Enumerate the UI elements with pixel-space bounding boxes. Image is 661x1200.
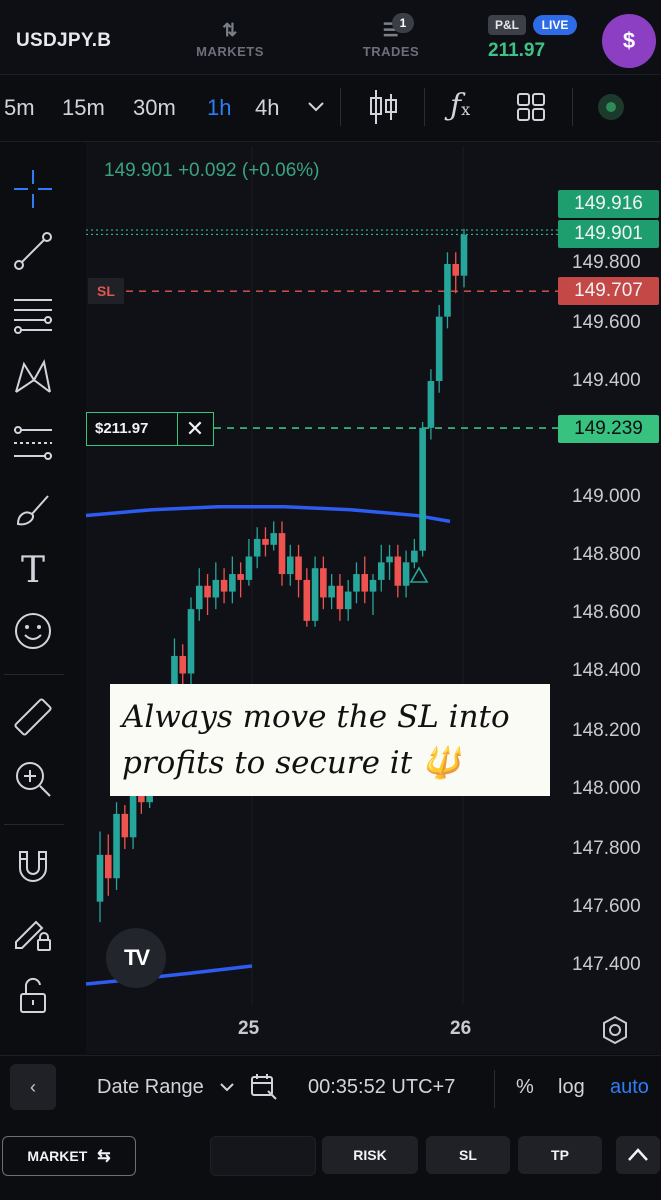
candle-body xyxy=(212,579,220,598)
divider xyxy=(494,1070,495,1108)
sl-price-tag[interactable]: 149.707 xyxy=(558,277,659,305)
moving-average-line xyxy=(85,505,451,524)
risk-button[interactable]: RISK xyxy=(322,1136,418,1174)
settings-icon[interactable] xyxy=(600,1014,630,1046)
candle-body xyxy=(295,556,302,580)
date-label: 25 xyxy=(238,1018,260,1039)
expand-button[interactable] xyxy=(616,1136,660,1174)
signal-triangle-icon xyxy=(409,566,429,583)
candle-body xyxy=(402,562,410,586)
candle-body xyxy=(229,574,236,592)
swap-icon: ⇆ xyxy=(97,1148,111,1165)
candle-body xyxy=(311,568,319,621)
candle-body xyxy=(361,574,369,592)
log-toggle[interactable]: log xyxy=(558,1076,585,1099)
chevron-up-icon xyxy=(628,1148,648,1161)
candle-body xyxy=(220,579,228,592)
price-label: 148.400 xyxy=(572,660,641,681)
percent-toggle[interactable]: % xyxy=(516,1076,534,1099)
candle-body xyxy=(452,264,460,276)
price-chart xyxy=(85,146,558,1005)
candle-body xyxy=(104,854,112,879)
candle-body xyxy=(237,574,244,580)
price-label: 149.800 xyxy=(572,252,641,273)
price-label: 148.200 xyxy=(572,720,641,741)
candle-body xyxy=(369,579,377,592)
candle-body xyxy=(245,556,253,580)
date-label: 26 xyxy=(450,1018,472,1039)
tp-button[interactable]: TP xyxy=(518,1136,602,1174)
candle-body xyxy=(179,655,187,674)
price-label: 148.800 xyxy=(572,544,641,565)
price-label: 149.600 xyxy=(572,312,641,333)
date-range-button[interactable]: Date Range xyxy=(97,1076,204,1099)
candle-body xyxy=(262,538,269,545)
price-label: 147.600 xyxy=(572,896,641,917)
ohlc-readout: 149.901 +0.092 (+0.06%) xyxy=(104,160,320,181)
chevron-down-icon[interactable] xyxy=(218,1080,236,1096)
candle-body xyxy=(195,585,203,610)
candle-body xyxy=(386,556,393,563)
candle-body xyxy=(286,556,294,575)
candle-body xyxy=(328,585,335,598)
annotation-note: Always move the SL into profits to secur… xyxy=(110,684,550,796)
price-label: 148.600 xyxy=(572,602,641,623)
sl-line-label[interactable]: SL xyxy=(88,278,124,304)
price-label: 147.800 xyxy=(572,838,641,859)
entry-price-tag[interactable]: 149.239 xyxy=(558,415,659,443)
high-price-tag: 149.916 xyxy=(558,190,659,218)
candle-body xyxy=(121,813,129,838)
candle-body xyxy=(253,538,261,557)
tradingview-logo: TV xyxy=(106,928,166,988)
quantity-field[interactable] xyxy=(210,1136,316,1176)
candle-body xyxy=(411,550,418,563)
position-pnl: $211.97 xyxy=(95,420,149,437)
collapse-button[interactable]: ‹ xyxy=(10,1064,56,1110)
candle-body xyxy=(336,585,344,610)
candle-body xyxy=(460,234,468,276)
order-type-label: MARKET xyxy=(27,1148,88,1164)
candle-body xyxy=(377,562,385,580)
candle-body xyxy=(96,854,104,902)
candle-body xyxy=(394,556,402,586)
candle-body xyxy=(344,591,352,610)
price-label: 149.400 xyxy=(572,370,641,391)
candle-body xyxy=(444,264,451,317)
calendar-goto-icon[interactable] xyxy=(250,1073,278,1101)
clock-time[interactable]: 00:35:52 UTC+7 xyxy=(308,1076,455,1099)
candle-body xyxy=(204,585,211,598)
auto-toggle[interactable]: auto xyxy=(610,1076,649,1099)
candle-body xyxy=(353,574,360,592)
position-pnl-box[interactable]: $211.97 ✕ xyxy=(86,412,214,446)
candle-body xyxy=(278,533,286,575)
candle-body xyxy=(435,316,443,381)
order-type-button[interactable]: MARKET ⇆ xyxy=(2,1136,136,1176)
candle-body xyxy=(320,568,327,598)
close-position-icon[interactable]: ✕ xyxy=(177,413,212,445)
current-price-tag: 149.901 xyxy=(558,220,659,248)
sl-button[interactable]: SL xyxy=(426,1136,510,1174)
price-label: 149.000 xyxy=(572,486,641,507)
candle-body xyxy=(187,609,195,674)
candle-body xyxy=(427,381,435,428)
candle-body xyxy=(270,533,278,545)
candle-body xyxy=(419,427,426,551)
price-label: 147.400 xyxy=(572,954,641,975)
candle-body xyxy=(113,813,120,879)
annotation-text: Always move the SL into profits to secur… xyxy=(122,699,510,781)
price-label: 148.000 xyxy=(572,778,641,799)
candle-body xyxy=(303,579,311,621)
